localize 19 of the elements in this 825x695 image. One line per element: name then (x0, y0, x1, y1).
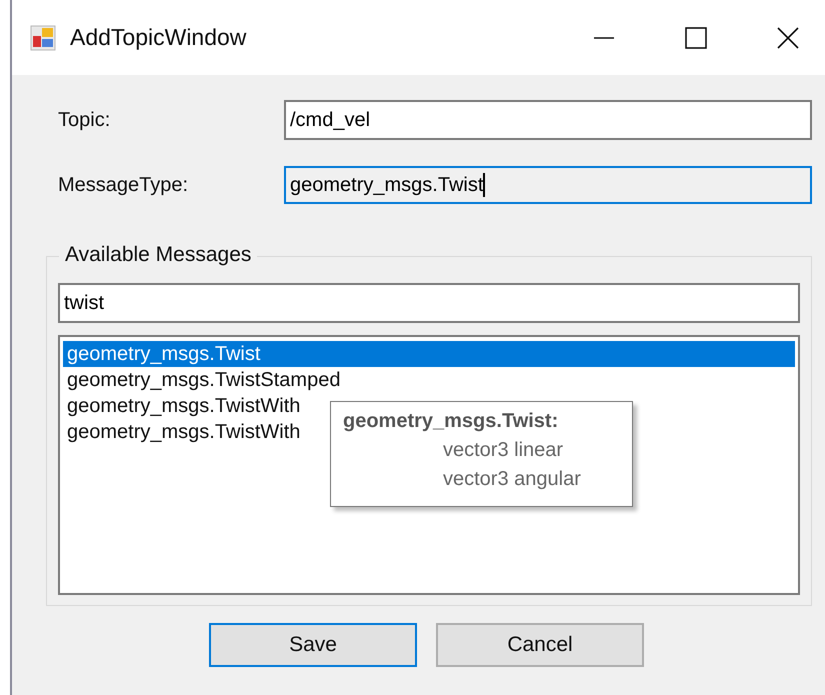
list-item[interactable]: geometry_msgs.TwistStamped (63, 367, 340, 393)
text-field[interactable]: /cmd_vel (284, 100, 812, 140)
list-item[interactable]: geometry_msgs.TwistWith (63, 419, 300, 445)
search-field[interactable]: twist (58, 283, 800, 323)
text-field[interactable]: geometry_msgs.Twist (284, 166, 812, 204)
field-label: Topic: (57, 108, 112, 132)
window-title: AddTopicWindow (70, 24, 246, 51)
tooltip-title: geometry_msgs.Twist: (343, 410, 558, 433)
close-icon[interactable] (775, 24, 801, 50)
dialog-button[interactable]: Save (209, 623, 417, 667)
list-item[interactable]: geometry_msgs.Twist (63, 341, 795, 367)
dialog-button[interactable]: Cancel (436, 623, 644, 667)
group-title: Available Messages (59, 243, 258, 267)
list-item[interactable]: geometry_msgs.TwistWith (63, 393, 300, 419)
field-label: MessageType: (57, 174, 190, 196)
maximize-icon[interactable] (683, 24, 709, 50)
tooltip-line: vector3 angular (442, 468, 581, 491)
tooltip-line: vector3 linear (442, 439, 564, 462)
app-icon (30, 24, 56, 50)
